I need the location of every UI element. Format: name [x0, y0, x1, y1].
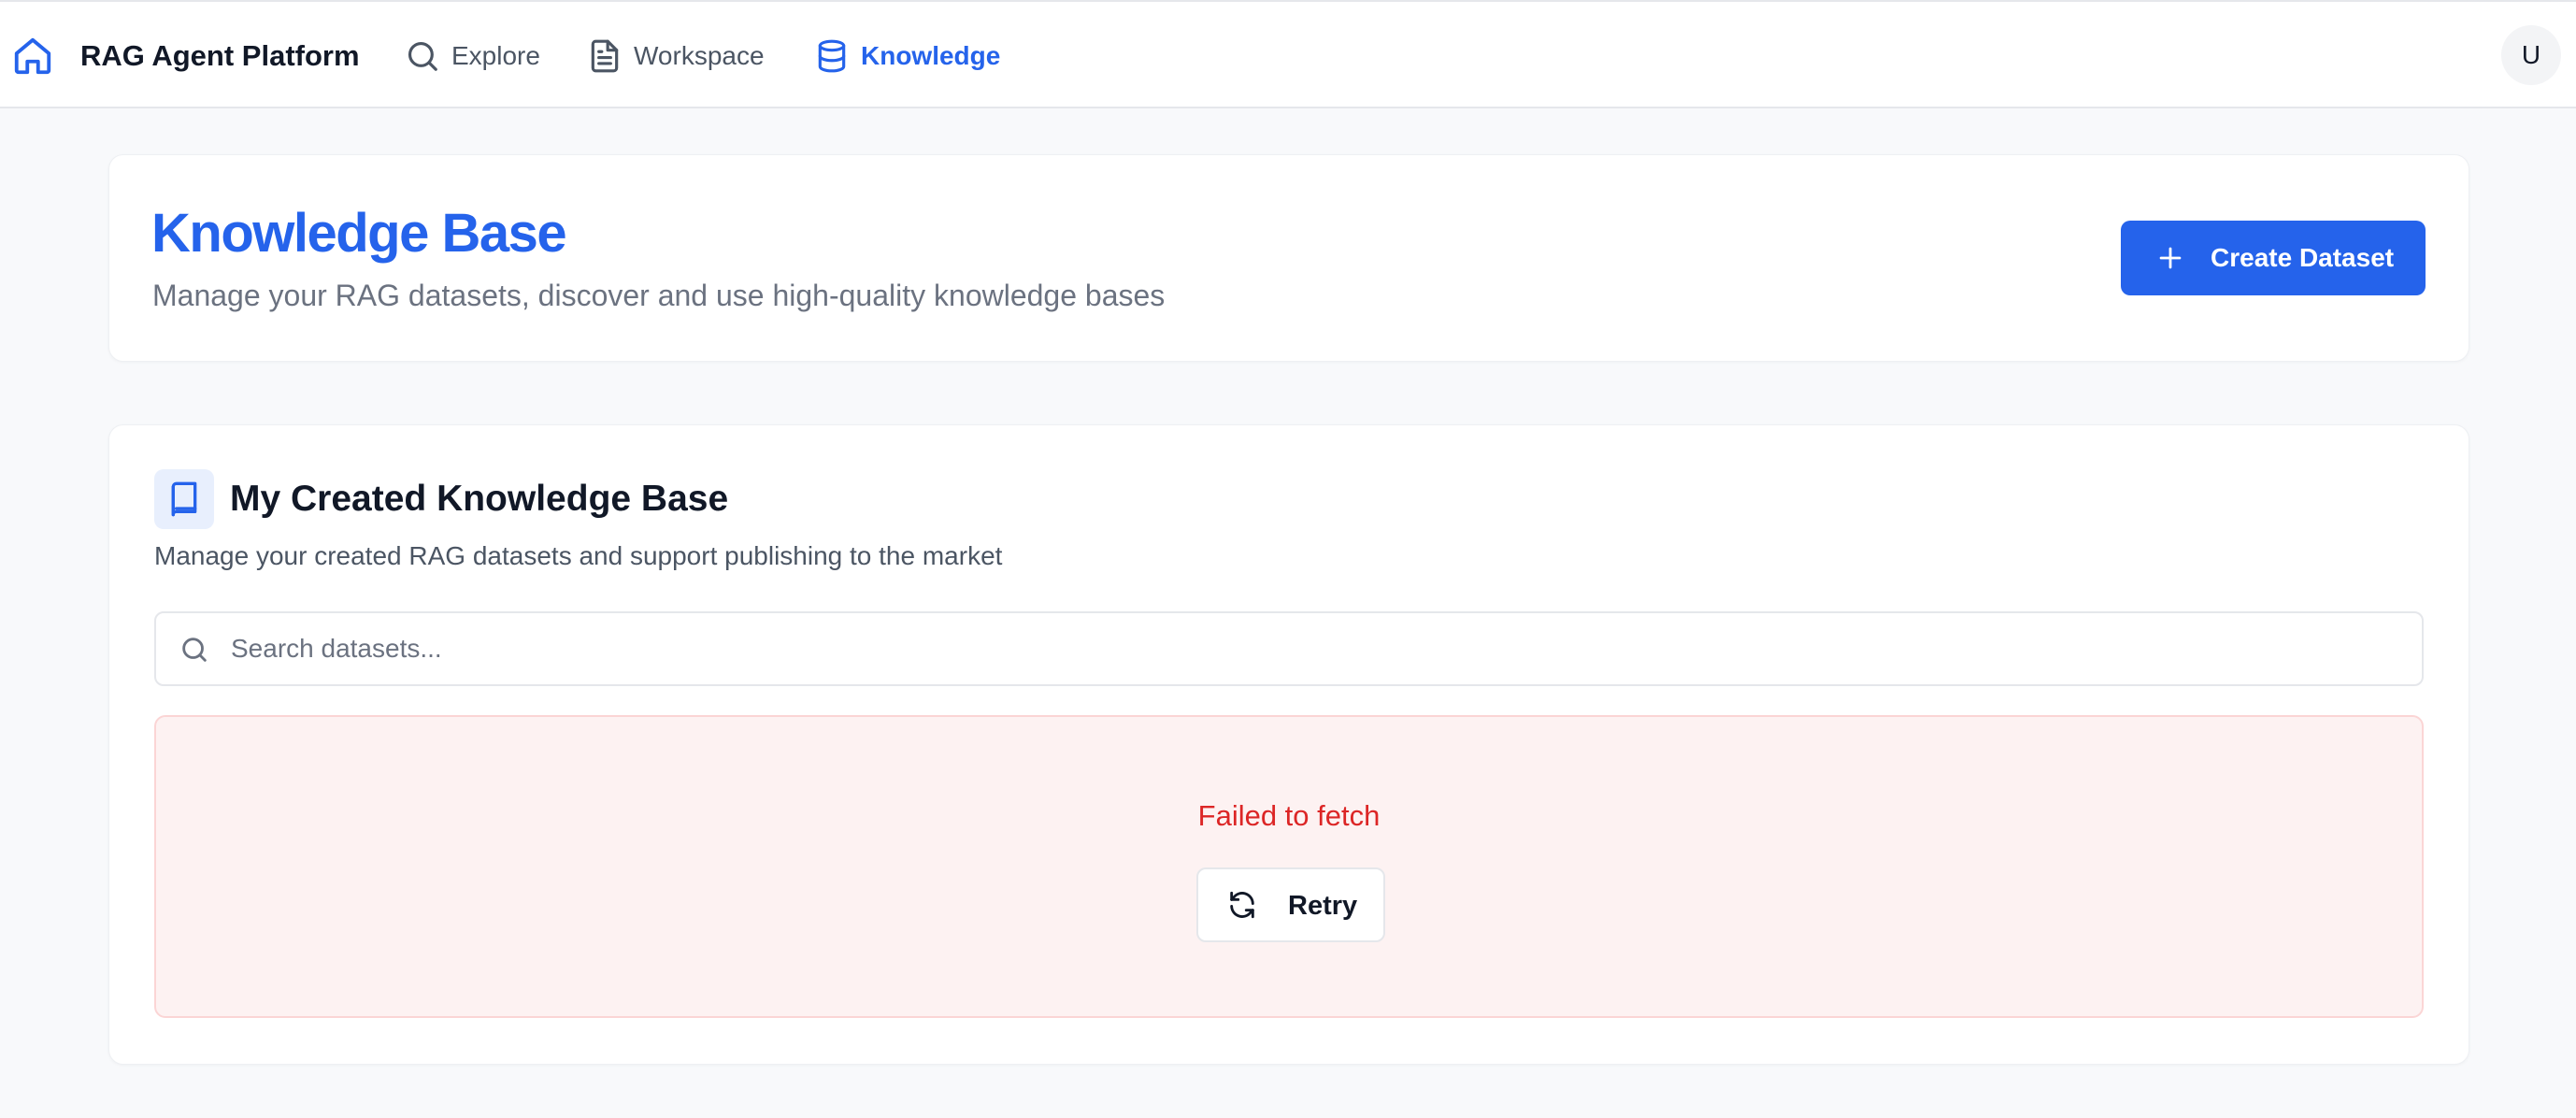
error-message: Failed to fetch: [1197, 799, 1381, 832]
plus-icon: [2159, 247, 2182, 269]
nav-label-explore: Explore: [451, 41, 540, 70]
refresh-icon: [1230, 891, 1254, 919]
top-navbar: RAG Agent Platform Explore Workspace Kno…: [0, 0, 2576, 108]
nav-label-workspace: Workspace: [634, 41, 765, 70]
section-subtitle: Manage your created RAG datasets and sup…: [154, 541, 1003, 570]
page-subtitle: Manage your RAG datasets, discover and u…: [152, 279, 1166, 312]
search-icon: [408, 41, 437, 71]
nav-item-explore[interactable]: Explore: [405, 36, 540, 77]
brand-name: RAG Agent Platform: [80, 39, 360, 72]
search-icon: [182, 638, 207, 662]
section-icon-badge: [154, 469, 214, 529]
retry-button[interactable]: Retry: [1196, 867, 1385, 942]
page-title: Knowledge Base: [151, 203, 567, 264]
error-panel: Failed to fetch Retry: [154, 715, 2424, 1018]
brand[interactable]: RAG Agent Platform: [11, 34, 360, 79]
user-avatar[interactable]: U: [2501, 25, 2561, 85]
search-input[interactable]: [231, 624, 2399, 673]
search-box: [154, 611, 2424, 686]
book-icon: [171, 481, 197, 517]
nav-item-knowledge[interactable]: Knowledge: [814, 36, 1000, 77]
create-dataset-label: Create Dataset: [2211, 243, 2395, 272]
retry-label: Retry: [1288, 891, 1358, 921]
nav-item-workspace[interactable]: Workspace: [587, 36, 765, 77]
database-icon: [818, 39, 846, 73]
document-icon: [591, 39, 619, 73]
home-icon: [14, 37, 51, 75]
section-title: My Created Knowledge Base: [230, 479, 729, 519]
nav-label-knowledge: Knowledge: [861, 41, 1001, 70]
create-dataset-button[interactable]: Create Dataset: [2121, 221, 2426, 295]
